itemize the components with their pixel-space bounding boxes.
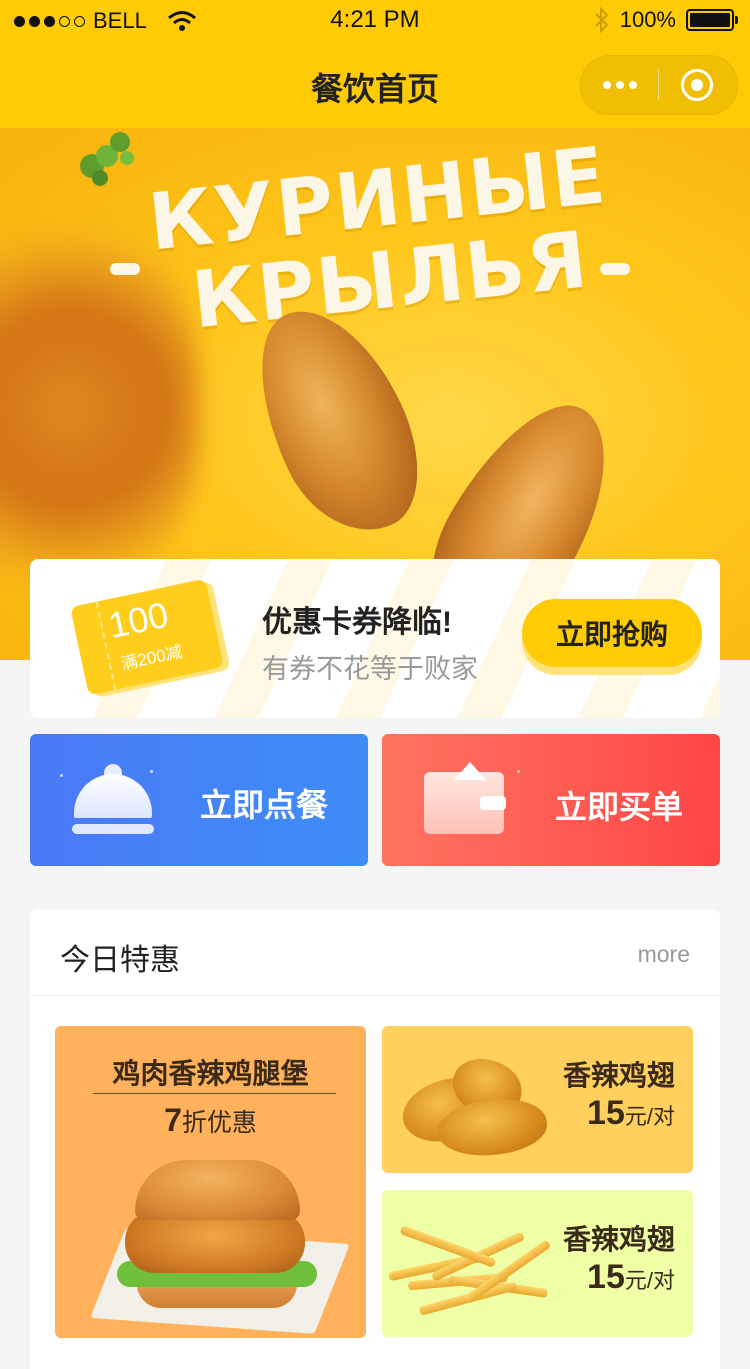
product-price-unit: 元/对 (624, 1104, 675, 1129)
specials-header: 今日特惠 more (30, 909, 720, 996)
cloche-icon (72, 764, 154, 836)
product-price: 15元/对 (587, 1258, 675, 1297)
ticket-value: 100 (104, 593, 172, 647)
bluetooth-icon (595, 7, 609, 33)
parsley-icon (80, 132, 134, 186)
capsule-divider (658, 70, 659, 100)
burger-image (90, 1156, 350, 1336)
product-price-number: 15 (587, 1094, 625, 1132)
wallet-icon (424, 762, 506, 834)
featured-discount: 7折优惠 (55, 1102, 366, 1139)
featured-discount-text: 折优惠 (181, 1109, 257, 1137)
order-now-button[interactable]: 立即点餐 (30, 734, 368, 866)
product-name: 香辣鸡翅 (562, 1224, 675, 1255)
more-dots-icon[interactable] (603, 81, 637, 89)
grab-coupon-button[interactable]: 立即抢购 (522, 599, 702, 667)
order-now-label: 立即点餐 (200, 787, 329, 823)
product-card[interactable]: 香辣鸡翅 15元/对 (382, 1190, 693, 1337)
nav-bar: 餐饮首页 (0, 40, 750, 128)
product-price-number: 15 (587, 1258, 625, 1296)
mini-program-capsule (580, 55, 738, 115)
featured-divider (93, 1093, 336, 1094)
specials-more-link[interactable]: more (638, 941, 690, 968)
product-price-unit: 元/对 (624, 1268, 675, 1293)
coupon-card: 100 满200减 优惠卡券降临! 有券不花等于败家 立即抢购 (30, 559, 720, 718)
coupon-title: 优惠卡券降临! (262, 606, 452, 639)
featured-product-name: 鸡肉香辣鸡腿堡 (112, 1058, 309, 1089)
featured-discount-number: 7 (164, 1102, 182, 1138)
fried-wings-image (392, 1050, 552, 1163)
target-close-icon[interactable] (681, 69, 713, 101)
specials-section: 今日特惠 more 鸡肉香辣鸡腿堡 7折优惠 香辣鸡翅 15元/对 香辣鸡翅 1… (30, 909, 720, 1369)
battery-icon (686, 9, 738, 31)
status-bar: BELL 4:21 PM 100% (0, 0, 750, 40)
pay-now-button[interactable]: 立即买单 (382, 734, 720, 866)
product-card[interactable]: 香辣鸡翅 15元/对 (382, 1026, 693, 1173)
decor-cloud (110, 263, 140, 275)
french-fries-image (388, 1222, 558, 1322)
battery-percent: 100% (619, 7, 676, 32)
status-right: 100% (594, 7, 738, 33)
specials-title: 今日特惠 (60, 944, 180, 977)
product-price: 15元/对 (587, 1094, 675, 1133)
featured-product-card[interactable]: 鸡肉香辣鸡腿堡 7折优惠 (55, 1026, 366, 1338)
product-name: 香辣鸡翅 (562, 1060, 675, 1091)
banner-headline: КУРИНЫЕ КРЫЛЬЯ (145, 131, 619, 346)
coupon-ticket-icon: 100 满200减 (70, 578, 224, 696)
pay-now-label: 立即买单 (555, 789, 684, 825)
coupon-subtitle: 有券不花等于败家 (262, 654, 478, 684)
decor-cloud (600, 263, 630, 275)
